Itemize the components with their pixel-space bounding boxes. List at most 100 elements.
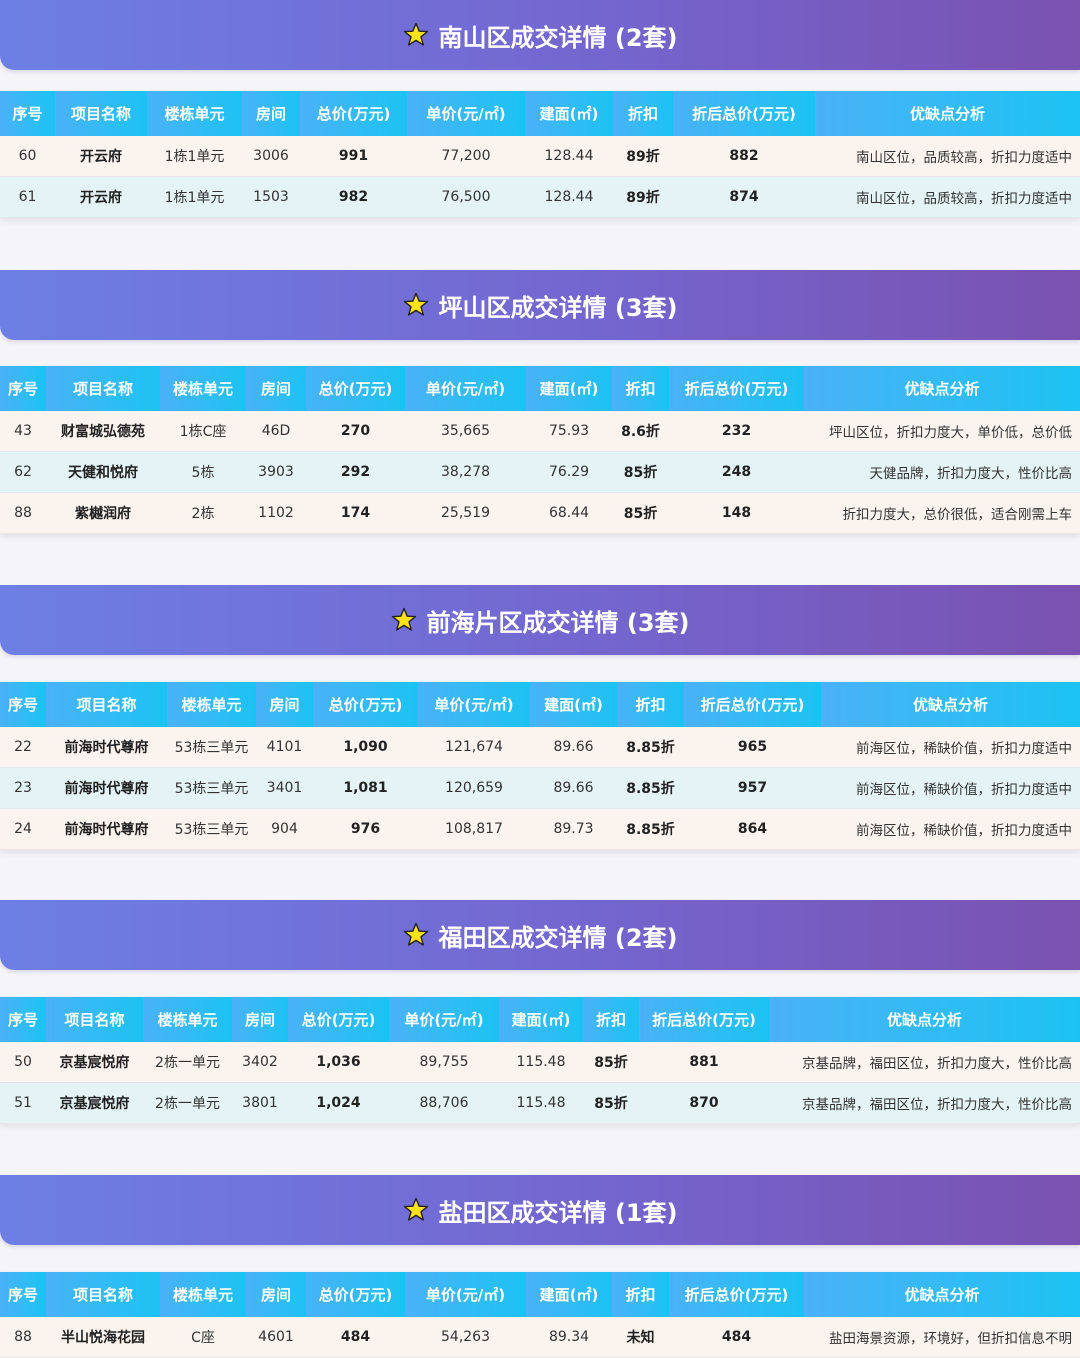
column-header: 折扣 bbox=[583, 997, 639, 1042]
column-header: 序号 bbox=[0, 1272, 46, 1317]
column-header: 单价(元/㎡) bbox=[407, 91, 525, 136]
deal-table: 序号 项目名称 楼栋单元 房间 总价(万元) 单价(元/㎡) 建面(㎡) 折扣 折后总价(万元)… bbox=[0, 997, 1080, 1124]
table-row: 24 前海时代尊府 53栋三单元 904 976 108,817 89.73 8.85折 864… bbox=[0, 808, 1080, 850]
table-cell: 折扣力度大，总价很低，适合刚需上车 bbox=[804, 492, 1080, 534]
table-cell: 财富城弘德苑 bbox=[46, 411, 160, 452]
table-cell: 南山区位，品质较高，折扣力度适中 bbox=[815, 136, 1080, 177]
column-header: 折扣 bbox=[612, 1272, 669, 1317]
table-cell: 1,081 bbox=[313, 767, 418, 809]
table-cell: 484 bbox=[306, 1317, 405, 1358]
table-cell: 148 bbox=[669, 492, 804, 534]
star-icon bbox=[403, 292, 428, 316]
column-header: 项目名称 bbox=[55, 91, 147, 136]
column-header: 建面(㎡) bbox=[499, 997, 583, 1042]
column-header: 折后总价(万元) bbox=[669, 366, 804, 411]
section-title: 坪山区成交详情 (3套) bbox=[438, 293, 678, 322]
table-cell: 85折 bbox=[583, 1082, 639, 1124]
table-cell: 89,755 bbox=[389, 1042, 499, 1083]
column-header: 优缺点分析 bbox=[804, 366, 1080, 411]
table-cell: 957 bbox=[684, 767, 821, 809]
table-cell: 874 bbox=[673, 176, 815, 218]
table-cell: 5栋 bbox=[160, 451, 246, 493]
table-cell: 484 bbox=[669, 1317, 804, 1358]
section-title: 福田区成交详情 (2套) bbox=[438, 923, 678, 952]
column-header: 项目名称 bbox=[46, 682, 167, 727]
star-icon bbox=[403, 22, 428, 46]
column-header: 总价(万元) bbox=[306, 1272, 405, 1317]
table-cell: 京基品牌，福田区位，折扣力度大，性价比高 bbox=[769, 1042, 1080, 1083]
table-cell: 982 bbox=[300, 176, 407, 218]
column-header: 序号 bbox=[0, 997, 46, 1042]
table-row: 88 紫樾润府 2栋 1102 174 25,519 68.44 85折 148 折扣力度大，总价… bbox=[0, 492, 1080, 534]
section-title: 南山区成交详情 (2套) bbox=[438, 23, 678, 52]
table-row: 51 京基宸悦府 2栋一单元 3801 1,024 88,706 115.48 85折 870 京… bbox=[0, 1082, 1080, 1124]
table-cell: 天健和悦府 bbox=[46, 451, 160, 493]
table-cell: 61 bbox=[0, 176, 55, 218]
table-cell: 248 bbox=[669, 451, 804, 493]
table-cell: 京基品牌，福田区位，折扣力度大，性价比高 bbox=[769, 1082, 1080, 1124]
table-cell: 紫樾润府 bbox=[46, 492, 160, 534]
table-row: 61 开云府 1栋1单元 1503 982 76,500 128.44 89折 874 南山区位，… bbox=[0, 176, 1080, 218]
column-header: 总价(万元) bbox=[313, 682, 418, 727]
column-header: 建面(㎡) bbox=[526, 366, 612, 411]
table-cell: 3402 bbox=[232, 1042, 288, 1083]
table-row: 50 京基宸悦府 2栋一单元 3402 1,036 89,755 115.48 85折 881 京… bbox=[0, 1042, 1080, 1083]
table-cell: 53栋三单元 bbox=[167, 767, 256, 809]
column-header: 建面(㎡) bbox=[526, 1272, 612, 1317]
column-header: 单价(元/㎡) bbox=[405, 366, 526, 411]
column-header: 优缺点分析 bbox=[804, 1272, 1080, 1317]
table-cell: 天健品牌，折扣力度大，性价比高 bbox=[804, 451, 1080, 493]
table-cell: 3006 bbox=[242, 136, 300, 177]
table-cell: 京基宸悦府 bbox=[46, 1042, 143, 1083]
table-cell: 115.48 bbox=[499, 1082, 583, 1124]
table-cell: 50 bbox=[0, 1042, 46, 1083]
table-cell: 89.34 bbox=[526, 1317, 612, 1358]
table-cell: 盐田海景资源，环境好，但折扣信息不明 bbox=[804, 1317, 1080, 1358]
table-cell: 85折 bbox=[612, 451, 669, 493]
column-header: 项目名称 bbox=[46, 366, 160, 411]
table-header-row: 序号 项目名称 楼栋单元 房间 总价(万元) 单价(元/㎡) 建面(㎡) 折扣 折后总价(万元)… bbox=[0, 682, 1080, 727]
table-row: 88 半山悦海花园 C座 4601 484 54,263 89.34 未知 484 盐田海景资源，… bbox=[0, 1317, 1080, 1358]
table-cell: 2栋 bbox=[160, 492, 246, 534]
table-cell: 2栋一单元 bbox=[143, 1042, 232, 1083]
table-cell: 1102 bbox=[246, 492, 306, 534]
table-cell: 51 bbox=[0, 1082, 46, 1124]
column-header: 建面(㎡) bbox=[525, 91, 613, 136]
table-cell: 前海时代尊府 bbox=[46, 767, 167, 809]
column-header: 优缺点分析 bbox=[821, 682, 1080, 727]
table-cell: 35,665 bbox=[405, 411, 526, 452]
table-cell: 3903 bbox=[246, 451, 306, 493]
section-title: 前海片区成交详情 (3套) bbox=[426, 608, 690, 637]
table-cell: 22 bbox=[0, 727, 46, 768]
star-icon bbox=[391, 607, 416, 631]
table-cell: 43 bbox=[0, 411, 46, 452]
column-header: 总价(万元) bbox=[306, 366, 405, 411]
table-cell: 85折 bbox=[583, 1042, 639, 1083]
table-cell: 前海区位，稀缺价值，折扣力度适中 bbox=[821, 767, 1080, 809]
table-cell: 前海区位，稀缺价值，折扣力度适中 bbox=[821, 727, 1080, 768]
column-header: 折扣 bbox=[613, 91, 673, 136]
table-cell: 前海时代尊府 bbox=[46, 727, 167, 768]
table-cell: 85折 bbox=[612, 492, 669, 534]
table-cell: 864 bbox=[684, 808, 821, 850]
table-cell: 89折 bbox=[613, 136, 673, 177]
column-header: 总价(万元) bbox=[300, 91, 407, 136]
table-row: 60 开云府 1栋1单元 3006 991 77,200 128.44 89折 882 南山区位，… bbox=[0, 136, 1080, 177]
table-header-row: 序号 项目名称 楼栋单元 房间 总价(万元) 单价(元/㎡) 建面(㎡) 折扣 折后总价(万元)… bbox=[0, 91, 1080, 136]
column-header: 房间 bbox=[232, 997, 288, 1042]
column-header: 楼栋单元 bbox=[143, 997, 232, 1042]
table-cell: 108,817 bbox=[418, 808, 530, 850]
table-cell: 8.85折 bbox=[617, 767, 684, 809]
table-header-row: 序号 项目名称 楼栋单元 房间 总价(万元) 单价(元/㎡) 建面(㎡) 折扣 折后总价(万元)… bbox=[0, 366, 1080, 411]
table-cell: 870 bbox=[639, 1082, 769, 1124]
column-header: 房间 bbox=[246, 366, 306, 411]
table-cell: C座 bbox=[160, 1317, 246, 1358]
table-cell: 77,200 bbox=[407, 136, 525, 177]
column-header: 单价(元/㎡) bbox=[389, 997, 499, 1042]
table-cell: 882 bbox=[673, 136, 815, 177]
column-header: 项目名称 bbox=[46, 1272, 160, 1317]
column-header: 建面(㎡) bbox=[530, 682, 617, 727]
table-cell: 2栋一单元 bbox=[143, 1082, 232, 1124]
column-header: 房间 bbox=[242, 91, 300, 136]
table-cell: 88,706 bbox=[389, 1082, 499, 1124]
